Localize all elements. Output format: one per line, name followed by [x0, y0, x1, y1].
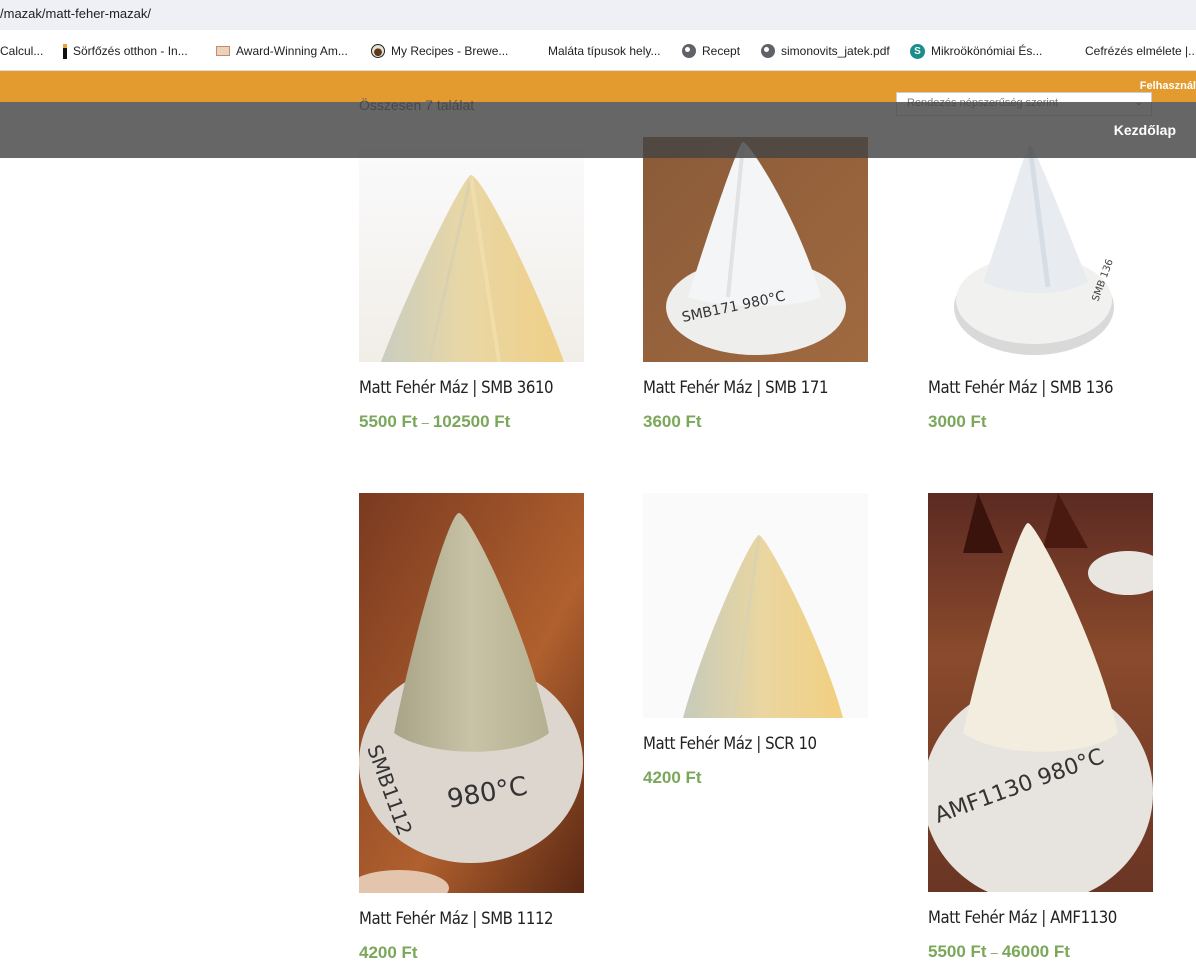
bookmark-my-recipes[interactable]: My Recipes - Brewe... [371, 42, 508, 60]
product-price: 3600 Ft [643, 412, 869, 432]
product-card[interactable]: Matt Fehér Máz | SMB 3610 5500 Ft –102500… [359, 137, 585, 432]
price-from: 4200 Ft [359, 943, 418, 962]
bookmark-label: Sörfőzés otthon - In... [73, 44, 188, 58]
sticky-nav-overlay: Kezdőlap [0, 102, 1196, 158]
price-from: 4200 Ft [643, 768, 702, 787]
bookmark-label: Recept [702, 44, 741, 58]
browser-address-bar[interactable]: /mazak/matt-feher-mazak/ [0, 0, 1196, 30]
bookmark-simonovits[interactable]: simonovits_jatek.pdf [761, 42, 890, 60]
url-text[interactable]: /mazak/matt-feher-mazak/ [0, 6, 151, 21]
bookmark-label: Award-Winning Am... [236, 44, 348, 58]
product-image[interactable]: SMB171 980°C [643, 137, 868, 362]
bookmark-mikrookonomiai[interactable]: S Mikroökönómiai És... [910, 42, 1042, 60]
product-image[interactable] [359, 137, 584, 362]
price-from: 3600 Ft [643, 412, 702, 431]
product-card[interactable]: Matt Fehér Máz | SCR 10 4200 Ft [643, 493, 869, 788]
bookmark-award-winning[interactable]: Award-Winning Am... [216, 42, 348, 60]
bookmark-label: Mikroökönómiai És... [931, 44, 1043, 58]
product-card[interactable]: SMB1112 980°C Matt Fehér Máz | SMB 1112 … [359, 493, 585, 963]
product-title[interactable]: Matt Fehér Máz | SMB 136 [928, 378, 1127, 398]
price-separator: – [990, 945, 998, 960]
price-to: 102500 Ft [432, 412, 511, 431]
award-icon [216, 46, 230, 56]
product-price: 4200 Ft [359, 943, 585, 963]
bookmark-cefrezes[interactable]: Cefrézés elmélete |... [1085, 42, 1196, 60]
bookmark-label: My Recipes - Brewe... [391, 44, 509, 58]
bookmark-recept[interactable]: Recept [682, 42, 740, 60]
bookmark-label: Maláta típusok hely... [548, 44, 661, 58]
nav-home-link[interactable]: Kezdőlap [1114, 122, 1176, 138]
bookmarks-bar: Calcul... Sörfőzés otthon - In... Award-… [0, 30, 1196, 71]
price-from: 5500 Ft [359, 412, 418, 431]
bookmark-label: Cefrézés elmélete |... [1085, 44, 1196, 58]
price-to: 46000 Ft [1001, 942, 1070, 961]
product-title[interactable]: Matt Fehér Máz | SCR 10 [643, 734, 842, 754]
product-title[interactable]: Matt Fehér Máz | SMB 3610 [359, 378, 558, 398]
product-title[interactable]: Matt Fehér Máz | SMB 1112 [359, 909, 558, 929]
product-card[interactable]: AMF1130 980°C Matt Fehér Máz | AMF1130 5… [928, 493, 1154, 962]
globe-icon [682, 44, 696, 58]
product-price: 4200 Ft [643, 768, 869, 788]
bookmark-label: simonovits_jatek.pdf [781, 44, 890, 58]
product-price: 5500 Ft –102500 Ft [359, 412, 585, 432]
product-image[interactable] [643, 493, 868, 718]
product-price: 3000 Ft [928, 412, 1154, 432]
price-separator: – [421, 415, 429, 430]
bookmark-bar-icon [63, 43, 67, 59]
bookmark-sorfozes[interactable]: Sörfőzés otthon - In... [63, 42, 188, 60]
s-icon: S [910, 43, 925, 59]
globe-icon [761, 44, 775, 58]
product-image[interactable]: SMB1112 980°C [359, 493, 584, 893]
price-from: 3000 Ft [928, 412, 987, 431]
user-link[interactable]: Felhasznál [1140, 80, 1196, 92]
product-title[interactable]: Matt Fehér Máz | AMF1130 [928, 908, 1127, 928]
cup-icon [371, 44, 385, 58]
bookmark-calculator[interactable]: Calcul... [0, 42, 43, 60]
price-from: 5500 Ft [928, 942, 987, 961]
product-image[interactable]: SMB 136 [928, 137, 1153, 362]
product-title[interactable]: Matt Fehér Máz | SMB 171 [643, 378, 842, 398]
bookmark-malata[interactable]: Maláta típusok hely... [548, 42, 661, 60]
product-image[interactable]: AMF1130 980°C [928, 493, 1153, 892]
product-card[interactable]: SMB171 980°C Matt Fehér Máz | SMB 171 36… [643, 137, 869, 432]
bookmark-label: Calcul... [0, 44, 44, 58]
product-price: 5500 Ft –46000 Ft [928, 942, 1154, 962]
product-card[interactable]: SMB 136 Matt Fehér Máz | SMB 136 3000 Ft [928, 137, 1154, 432]
